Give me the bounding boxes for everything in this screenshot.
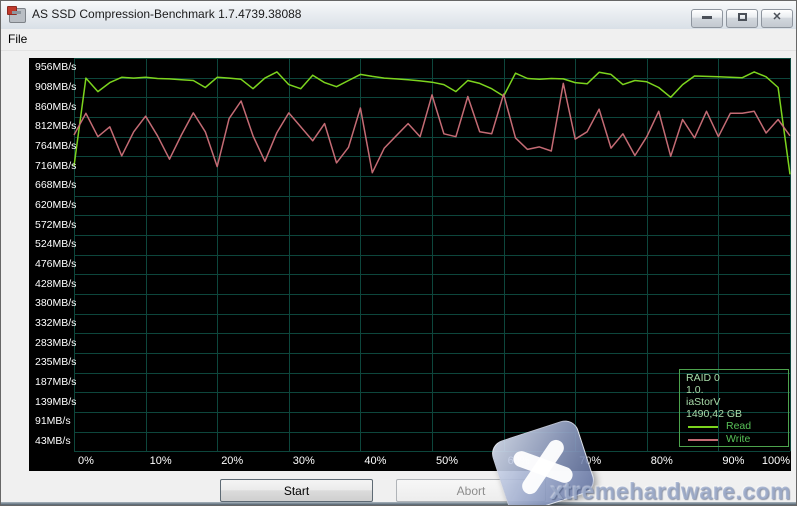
y-axis-tick: 764MB/s bbox=[35, 140, 76, 152]
menu-item-file[interactable]: File bbox=[1, 29, 34, 49]
legend-write-label: Write bbox=[726, 433, 750, 445]
write-line-swatch bbox=[688, 439, 718, 441]
y-axis-tick: 380MB/s bbox=[35, 297, 76, 309]
y-axis-tick: 956MB/s bbox=[35, 61, 76, 73]
watermark-text: xtremehardware.com bbox=[551, 478, 791, 505]
y-axis-tick: 476MB/s bbox=[35, 258, 76, 270]
y-axis-tick: 716MB/s bbox=[35, 160, 76, 172]
y-axis-tick: 91MB/s bbox=[35, 415, 71, 427]
x-axis-tick: 50% bbox=[436, 455, 458, 467]
y-axis-tick: 332MB/s bbox=[35, 317, 76, 329]
y-axis-tick: 812MB/s bbox=[35, 120, 76, 132]
window-title: AS SSD Compression-Benchmark 1.7.4739.38… bbox=[32, 7, 301, 21]
minimize-button[interactable] bbox=[691, 9, 723, 28]
close-icon: ✕ bbox=[772, 11, 781, 23]
legend-capacity: 1490,42 GB bbox=[686, 408, 788, 420]
y-axis-tick: 43MB/s bbox=[35, 435, 71, 447]
x-axis-tick: 20% bbox=[221, 455, 243, 467]
x-axis-tick: 80% bbox=[651, 455, 673, 467]
plot-svg bbox=[29, 58, 791, 471]
x-axis-tick: 0% bbox=[78, 455, 94, 467]
y-axis-tick: 860MB/s bbox=[35, 101, 76, 113]
legend-volume-name: RAID 0 bbox=[686, 372, 788, 384]
maximize-button[interactable] bbox=[726, 9, 758, 28]
legend-driver-name: iaStorV bbox=[686, 396, 788, 408]
x-axis-tick: 10% bbox=[150, 455, 172, 467]
menubar: File bbox=[1, 29, 796, 51]
legend-write-row: Write bbox=[686, 433, 788, 446]
y-axis-tick: 524MB/s bbox=[35, 238, 76, 250]
legend-read-row: Read bbox=[686, 420, 788, 433]
app-window: AS SSD Compression-Benchmark 1.7.4739.38… bbox=[0, 0, 797, 506]
x-axis-tick: 30% bbox=[293, 455, 315, 467]
y-axis-tick: 187MB/s bbox=[35, 376, 76, 388]
y-axis-tick: 572MB/s bbox=[35, 219, 76, 231]
legend-volume-version: 1.0. bbox=[686, 384, 788, 396]
maximize-icon bbox=[738, 13, 747, 21]
titlebar: AS SSD Compression-Benchmark 1.7.4739.38… bbox=[1, 1, 796, 30]
y-axis-tick: 139MB/s bbox=[35, 396, 76, 408]
read-line-swatch bbox=[688, 426, 718, 428]
minimize-icon bbox=[702, 16, 712, 19]
y-axis-tick: 620MB/s bbox=[35, 199, 76, 211]
x-axis-tick: 100% bbox=[762, 455, 790, 467]
y-axis-tick: 235MB/s bbox=[35, 356, 76, 368]
x-axis-tick: 40% bbox=[364, 455, 386, 467]
chart-panel: 956MB/s 908MB/s 860MB/s 812MB/s 764MB/s 716MB… bbox=[29, 58, 791, 471]
y-axis-tick: 428MB/s bbox=[35, 278, 76, 290]
y-axis-tick: 283MB/s bbox=[35, 337, 76, 349]
legend-read-label: Read bbox=[726, 420, 751, 432]
y-axis-tick: 908MB/s bbox=[35, 81, 76, 93]
start-button[interactable]: Start bbox=[220, 479, 373, 502]
legend-box: RAID 0 1.0. iaStorV 1490,42 GB Read Writ… bbox=[679, 369, 789, 447]
y-axis-tick: 668MB/s bbox=[35, 179, 76, 191]
close-button[interactable]: ✕ bbox=[761, 9, 793, 28]
app-icon bbox=[9, 8, 26, 23]
x-axis-tick: 90% bbox=[722, 455, 744, 467]
